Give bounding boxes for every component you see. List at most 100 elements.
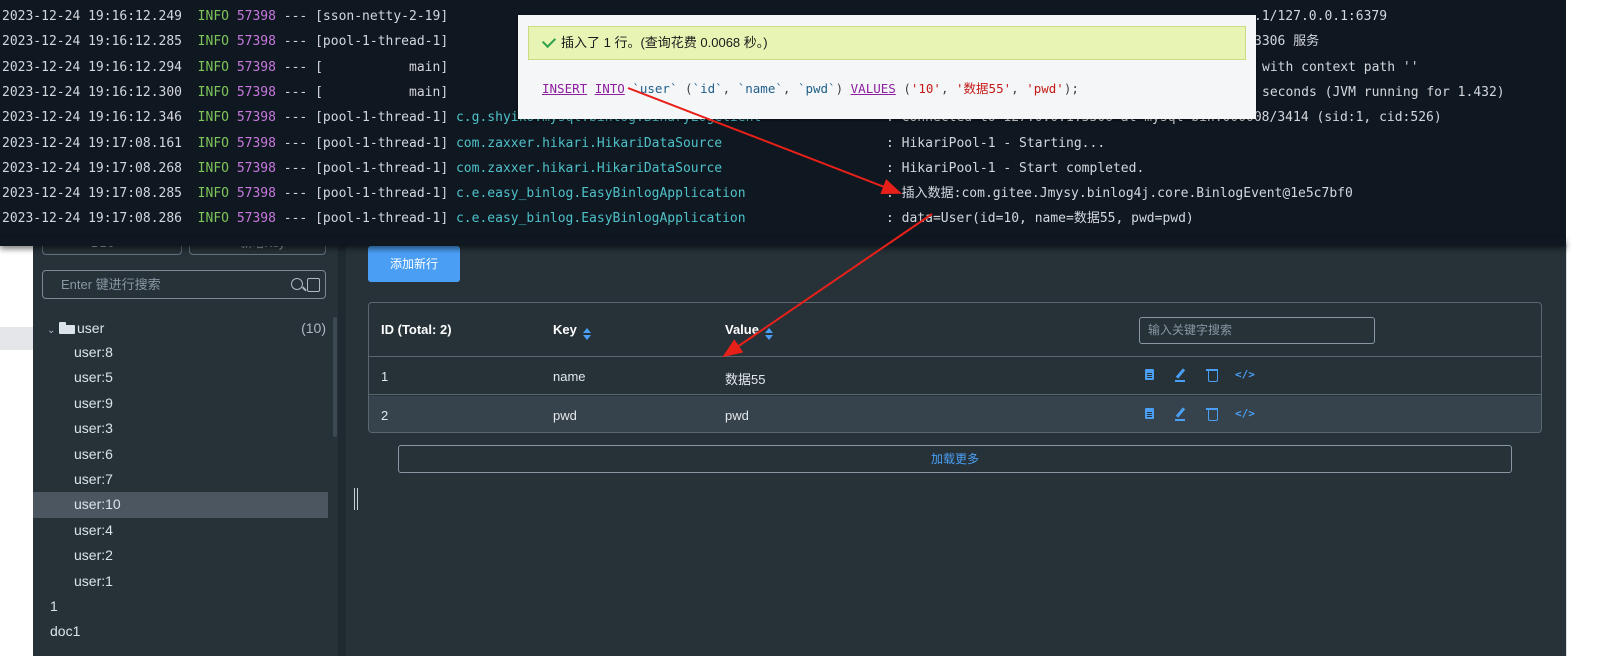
tree-item-selected[interactable]: user:10 (33, 492, 328, 518)
left-strip-highlight (0, 327, 33, 350)
row-actions: </> (1141, 368, 1271, 384)
log-sep: --- (283, 84, 308, 100)
sidebar-scrollbar[interactable] (333, 317, 337, 437)
log-sep: --- (283, 135, 308, 151)
window-right-edge (1566, 245, 1598, 656)
tree-item[interactable]: user:5 (33, 365, 328, 390)
key-search-placeholder: Enter 键进行搜索 (61, 277, 161, 292)
sql-column: `id` (692, 81, 723, 96)
log-timestamp: 2023-12-24 19:17:08.268 (2, 160, 183, 176)
log-line: 2023-12-24 19:16:12.285 INFO 57398 --- [… (2, 29, 456, 54)
log-level: INFO (197, 135, 229, 151)
log-pid: 57398 (236, 135, 276, 151)
document-icon[interactable] (1143, 368, 1157, 382)
log-level: INFO (197, 186, 229, 202)
log-thread: [pool-1-thread-1] (315, 186, 449, 202)
chevron-down-icon[interactable]: ⌄ (47, 319, 59, 342)
folder-label: user (77, 320, 105, 336)
log-sep: --- (283, 211, 308, 227)
sql-statement: INSERT INTO `user` (`id`, `name`, `pwd`)… (542, 81, 1079, 96)
sql-column: `name` (737, 81, 783, 96)
log-pid: 57398 (236, 160, 276, 176)
sql-keyword: VALUES (850, 81, 896, 96)
cell-key: pwd (553, 408, 577, 423)
log-message: .1/127.0.0.1:6379 (1254, 9, 1388, 24)
tree-root-item[interactable]: doc1 (33, 619, 338, 644)
tree-item[interactable]: user:9 (33, 391, 328, 416)
log-thread: [pool-1-thread-1] (315, 34, 449, 50)
header-key-label: Key (553, 322, 577, 337)
log-thread: [pool-1-thread-1] (315, 110, 449, 126)
sql-result-popup: 插入了 1 行。(查询花费 0.0068 秒。) INSERT INTO `us… (518, 15, 1256, 119)
header-key[interactable]: Key (553, 322, 591, 340)
code-icon[interactable]: </> (1235, 407, 1255, 421)
log-pid: 57398 (236, 186, 276, 202)
table-search-input[interactable]: 输入关键字搜索 (1139, 317, 1375, 344)
header-value[interactable]: Value (725, 322, 773, 340)
table-row[interactable]: 1 name 数据55 </> (369, 357, 1541, 395)
log-sep: --- (283, 34, 308, 50)
tree-root-item[interactable]: 1 (33, 594, 338, 619)
success-message: 插入了 1 行。(查询花费 0.0068 秒。) (528, 26, 1246, 60)
edit-icon[interactable] (1173, 407, 1187, 421)
tree-item[interactable]: user:1 (33, 569, 328, 594)
log-message: : 插入数据:com.gitee.Jmysy.binlog4j.core.Bin… (886, 186, 1353, 202)
log-thread: [ main] (315, 84, 449, 100)
tree-item[interactable]: user:4 (33, 518, 328, 543)
edit-icon[interactable] (1173, 368, 1187, 382)
log-message: : HikariPool-1 - Starting... (886, 135, 1106, 151)
load-more-button[interactable]: 加载更多 (398, 445, 1512, 473)
resize-handle[interactable] (354, 488, 358, 510)
tree-folder-user[interactable]: ⌄ user (10) (33, 317, 338, 340)
log-sep: --- (283, 110, 308, 126)
log-thread: [pool-1-thread-1] (315, 135, 449, 151)
log-pid: 57398 (236, 211, 276, 227)
log-logger: c.e.easy_binlog.EasyBinlogApplication (455, 211, 770, 227)
log-message: : data=User(id=10, name=数据55, pwd=pwd) (886, 211, 1194, 227)
log-pid: 57398 (236, 9, 276, 24)
delete-icon[interactable] (1205, 407, 1219, 421)
log-level: INFO (197, 110, 229, 126)
key-tree: ⌄ user (10) user:8 user:5 user:9 user:3 u… (33, 317, 338, 644)
tree-item[interactable]: user:6 (33, 442, 328, 467)
tree-item[interactable]: user:3 (33, 416, 328, 441)
log-line: 2023-12-24 19:17:08.285 INFO 57398 --- [… (2, 181, 769, 206)
log-logger: com.zaxxer.hikari.HikariDataSource (455, 135, 770, 151)
log-pid: 57398 (236, 34, 276, 50)
exact-match-checkbox[interactable] (307, 278, 320, 292)
tree-item[interactable]: user:8 (33, 340, 328, 365)
log-timestamp: 2023-12-24 19:16:12.285 (2, 34, 183, 50)
console-shadow (0, 238, 1566, 246)
log-level: INFO (197, 211, 229, 227)
add-row-button[interactable]: 添加新行 (368, 246, 460, 282)
log-sep: --- (283, 9, 308, 24)
tree-item[interactable]: user:2 (33, 543, 328, 568)
pane-divider[interactable] (338, 245, 346, 656)
log-message: : HikariPool-1 - Start completed. (886, 160, 1145, 176)
cell-value: pwd (725, 408, 749, 423)
log-level: INFO (197, 9, 229, 24)
log-timestamp: 2023-12-24 19:16:12.249 (2, 9, 183, 24)
table-row[interactable]: 2 pwd pwd </> (369, 396, 1541, 432)
key-search-input[interactable]: Enter 键进行搜索 (42, 270, 326, 299)
document-icon[interactable] (1143, 407, 1157, 421)
log-timestamp: 2023-12-24 19:16:12.294 (2, 59, 183, 75)
log-level: INFO (197, 34, 229, 50)
log-logger: com.zaxxer.hikari.HikariDataSource (455, 160, 770, 176)
sql-value: 'pwd' (1026, 81, 1064, 96)
header-id: ID (Total: 2) (381, 322, 452, 337)
delete-icon[interactable] (1205, 368, 1219, 382)
search-icon[interactable] (291, 278, 303, 290)
log-sep: --- (283, 186, 308, 202)
log-thread: [pool-1-thread-1] (315, 160, 449, 176)
cell-value: 数据55 (725, 372, 766, 387)
sql-column: `pwd` (797, 81, 836, 96)
row-actions: </> (1141, 407, 1271, 423)
tree-item[interactable]: user:7 (33, 467, 328, 492)
hash-table: ID (Total: 2) Key Value 输入关键字搜索 1 name 数… (368, 302, 1542, 433)
log-message: 3306 服务 (1254, 34, 1320, 50)
log-line: 2023-12-24 19:16:12.294 INFO 57398 --- [… (2, 55, 456, 80)
check-icon (541, 33, 557, 49)
code-icon[interactable]: </> (1235, 368, 1255, 382)
cell-key: name (553, 369, 586, 384)
